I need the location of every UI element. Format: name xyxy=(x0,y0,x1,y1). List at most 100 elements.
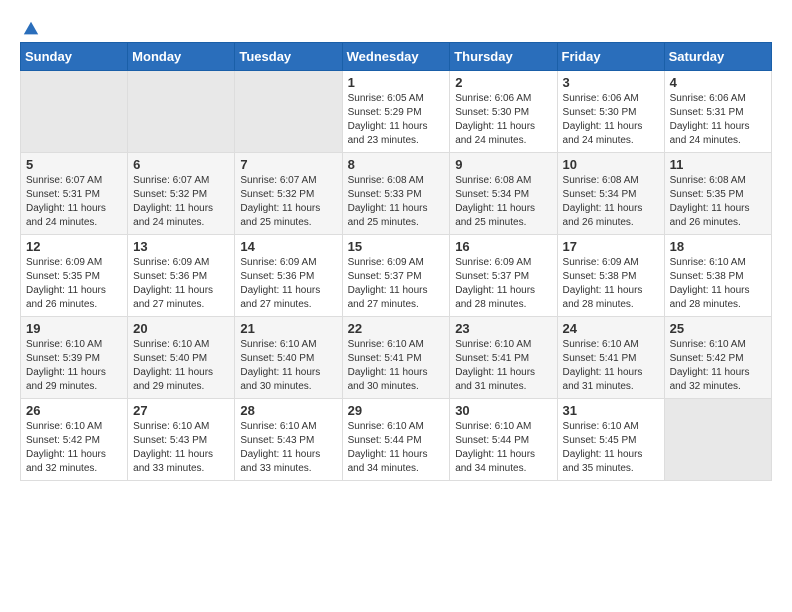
calendar-cell: 24 Sunrise: 6:10 AM Sunset: 5:41 PM Dayli… xyxy=(557,317,664,399)
day-number: 6 xyxy=(133,157,229,172)
calendar-cell: 19 Sunrise: 6:10 AM Sunset: 5:39 PM Dayli… xyxy=(21,317,128,399)
calendar-cell: 6 Sunrise: 6:07 AM Sunset: 5:32 PM Daylig… xyxy=(128,153,235,235)
calendar-cell: 7Sunrise: 6:07 AM Sunset: 5:32 PM Daylig… xyxy=(235,153,342,235)
day-number: 25 xyxy=(670,321,766,336)
calendar-cell: 8Sunrise: 6:08 AM Sunset: 5:33 PM Daylig… xyxy=(342,153,450,235)
day-number: 22 xyxy=(348,321,445,336)
calendar-cell: 27Sunrise: 6:10 AM Sunset: 5:43 PM Dayli… xyxy=(128,399,235,481)
calendar-cell: 11 Sunrise: 6:08 AM Sunset: 5:35 PM Dayli… xyxy=(664,153,771,235)
day-number: 15 xyxy=(348,239,445,254)
calendar-cell: 25 Sunrise: 6:10 AM Sunset: 5:42 PM Dayli… xyxy=(664,317,771,399)
day-info: Sunrise: 6:10 AM Sunset: 5:44 PM Dayligh… xyxy=(348,420,445,476)
day-info: Sunrise: 6:10 AM Sunset: 5:42 PM Dayligh… xyxy=(670,338,766,394)
calendar-cell: 4 Sunrise: 6:06 AM Sunset: 5:31 PM Daylig… xyxy=(664,71,771,153)
day-number: 20 xyxy=(133,321,229,336)
day-number: 19 xyxy=(26,321,122,336)
day-info: Sunrise: 6:08 AM Sunset: 5:34 PM Dayligh… xyxy=(563,174,659,230)
day-info: Sunrise: 6:07 AM Sunset: 5:31 PM Dayligh… xyxy=(26,174,122,230)
day-info: Sunrise: 6:06 AM Sunset: 5:30 PM Dayligh… xyxy=(455,92,551,148)
day-info: Sunrise: 6:10 AM Sunset: 5:41 PM Dayligh… xyxy=(348,338,445,394)
day-number: 5 xyxy=(26,157,122,172)
day-number: 4 xyxy=(670,75,766,90)
day-info: Sunrise: 6:08 AM Sunset: 5:33 PM Dayligh… xyxy=(348,174,445,230)
calendar-cell: 2 Sunrise: 6:06 AM Sunset: 5:30 PM Daylig… xyxy=(450,71,557,153)
day-info: Sunrise: 6:10 AM Sunset: 5:41 PM Dayligh… xyxy=(455,338,551,394)
day-of-week-header: Thursday xyxy=(450,43,557,71)
page-header xyxy=(20,20,772,32)
day-info: Sunrise: 6:10 AM Sunset: 5:39 PM Dayligh… xyxy=(26,338,122,394)
calendar-week-row: 5 Sunrise: 6:07 AM Sunset: 5:31 PM Daylig… xyxy=(21,153,772,235)
day-number: 17 xyxy=(563,239,659,254)
day-number: 7 xyxy=(240,157,336,172)
calendar-cell: 29 Sunrise: 6:10 AM Sunset: 5:44 PM Dayli… xyxy=(342,399,450,481)
day-info: Sunrise: 6:06 AM Sunset: 5:31 PM Dayligh… xyxy=(670,92,766,148)
calendar-week-row: 26 Sunrise: 6:10 AM Sunset: 5:42 PM Dayli… xyxy=(21,399,772,481)
calendar-week-row: 19 Sunrise: 6:10 AM Sunset: 5:39 PM Dayli… xyxy=(21,317,772,399)
day-number: 27 xyxy=(133,403,229,418)
calendar-cell: 9 Sunrise: 6:08 AM Sunset: 5:34 PM Daylig… xyxy=(450,153,557,235)
calendar-cell: 31 Sunrise: 6:10 AM Sunset: 5:45 PM Dayli… xyxy=(557,399,664,481)
day-number: 16 xyxy=(455,239,551,254)
day-info: Sunrise: 6:10 AM Sunset: 5:45 PM Dayligh… xyxy=(563,420,659,476)
day-info: Sunrise: 6:09 AM Sunset: 5:35 PM Dayligh… xyxy=(26,256,122,312)
day-info: Sunrise: 6:07 AM Sunset: 5:32 PM Dayligh… xyxy=(133,174,229,230)
calendar-cell xyxy=(664,399,771,481)
day-info: Sunrise: 6:10 AM Sunset: 5:40 PM Dayligh… xyxy=(240,338,336,394)
day-number: 14 xyxy=(240,239,336,254)
day-info: Sunrise: 6:10 AM Sunset: 5:42 PM Dayligh… xyxy=(26,420,122,476)
day-of-week-header: Saturday xyxy=(664,43,771,71)
calendar-cell xyxy=(128,71,235,153)
calendar-cell: 1Sunrise: 6:05 AM Sunset: 5:29 PM Daylig… xyxy=(342,71,450,153)
calendar-cell: 16 Sunrise: 6:09 AM Sunset: 5:37 PM Dayli… xyxy=(450,235,557,317)
day-number: 23 xyxy=(455,321,551,336)
day-info: Sunrise: 6:08 AM Sunset: 5:35 PM Dayligh… xyxy=(670,174,766,230)
day-info: Sunrise: 6:08 AM Sunset: 5:34 PM Dayligh… xyxy=(455,174,551,230)
day-of-week-header: Monday xyxy=(128,43,235,71)
day-of-week-header: Friday xyxy=(557,43,664,71)
day-number: 28 xyxy=(240,403,336,418)
calendar-cell: 30Sunrise: 6:10 AM Sunset: 5:44 PM Dayli… xyxy=(450,399,557,481)
day-info: Sunrise: 6:09 AM Sunset: 5:37 PM Dayligh… xyxy=(455,256,551,312)
day-number: 29 xyxy=(348,403,445,418)
calendar-cell: 20Sunrise: 6:10 AM Sunset: 5:40 PM Dayli… xyxy=(128,317,235,399)
calendar-cell: 3Sunrise: 6:06 AM Sunset: 5:30 PM Daylig… xyxy=(557,71,664,153)
calendar-cell xyxy=(21,71,128,153)
day-info: Sunrise: 6:05 AM Sunset: 5:29 PM Dayligh… xyxy=(348,92,445,148)
day-number: 11 xyxy=(670,157,766,172)
day-number: 13 xyxy=(133,239,229,254)
calendar-cell xyxy=(235,71,342,153)
day-number: 12 xyxy=(26,239,122,254)
day-info: Sunrise: 6:09 AM Sunset: 5:38 PM Dayligh… xyxy=(563,256,659,312)
day-info: Sunrise: 6:09 AM Sunset: 5:37 PM Dayligh… xyxy=(348,256,445,312)
day-of-week-header: Wednesday xyxy=(342,43,450,71)
day-info: Sunrise: 6:09 AM Sunset: 5:36 PM Dayligh… xyxy=(240,256,336,312)
logo-icon xyxy=(22,20,40,38)
day-number: 9 xyxy=(455,157,551,172)
day-info: Sunrise: 6:09 AM Sunset: 5:36 PM Dayligh… xyxy=(133,256,229,312)
day-number: 24 xyxy=(563,321,659,336)
calendar-week-row: 1Sunrise: 6:05 AM Sunset: 5:29 PM Daylig… xyxy=(21,71,772,153)
calendar-cell: 15 Sunrise: 6:09 AM Sunset: 5:37 PM Dayli… xyxy=(342,235,450,317)
calendar-cell: 21Sunrise: 6:10 AM Sunset: 5:40 PM Dayli… xyxy=(235,317,342,399)
day-info: Sunrise: 6:10 AM Sunset: 5:41 PM Dayligh… xyxy=(563,338,659,394)
day-number: 10 xyxy=(563,157,659,172)
day-number: 2 xyxy=(455,75,551,90)
day-info: Sunrise: 6:10 AM Sunset: 5:43 PM Dayligh… xyxy=(240,420,336,476)
calendar-cell: 18 Sunrise: 6:10 AM Sunset: 5:38 PM Dayli… xyxy=(664,235,771,317)
calendar-cell: 13 Sunrise: 6:09 AM Sunset: 5:36 PM Dayli… xyxy=(128,235,235,317)
calendar-cell: 10 Sunrise: 6:08 AM Sunset: 5:34 PM Dayli… xyxy=(557,153,664,235)
calendar-cell: 17 Sunrise: 6:09 AM Sunset: 5:38 PM Dayli… xyxy=(557,235,664,317)
logo xyxy=(20,20,40,32)
day-number: 18 xyxy=(670,239,766,254)
day-number: 26 xyxy=(26,403,122,418)
day-of-week-header: Sunday xyxy=(21,43,128,71)
calendar-table: SundayMondayTuesdayWednesdayThursdayFrid… xyxy=(20,42,772,481)
calendar-cell: 14 Sunrise: 6:09 AM Sunset: 5:36 PM Dayli… xyxy=(235,235,342,317)
calendar-cell: 26 Sunrise: 6:10 AM Sunset: 5:42 PM Dayli… xyxy=(21,399,128,481)
calendar-cell: 22 Sunrise: 6:10 AM Sunset: 5:41 PM Dayli… xyxy=(342,317,450,399)
day-info: Sunrise: 6:06 AM Sunset: 5:30 PM Dayligh… xyxy=(563,92,659,148)
calendar-cell: 5 Sunrise: 6:07 AM Sunset: 5:31 PM Daylig… xyxy=(21,153,128,235)
day-number: 31 xyxy=(563,403,659,418)
calendar-cell: 28 Sunrise: 6:10 AM Sunset: 5:43 PM Dayli… xyxy=(235,399,342,481)
day-info: Sunrise: 6:10 AM Sunset: 5:38 PM Dayligh… xyxy=(670,256,766,312)
